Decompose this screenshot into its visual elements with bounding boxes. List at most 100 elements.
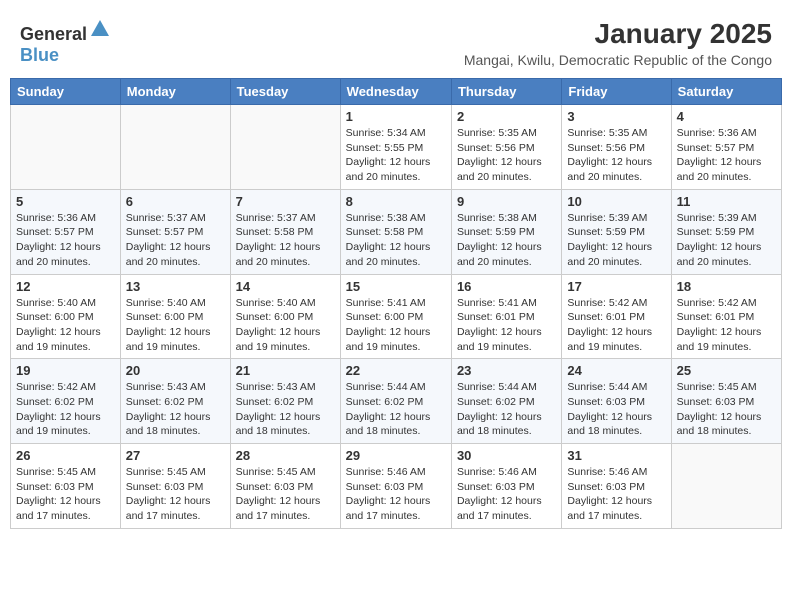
day-info: Sunrise: 5:38 AMSunset: 5:58 PMDaylight:… [346,212,431,268]
calendar-header-row: Sunday Monday Tuesday Wednesday Thursday… [11,79,782,105]
day-info: Sunrise: 5:40 AMSunset: 6:00 PMDaylight:… [126,297,211,353]
day-info: Sunrise: 5:43 AMSunset: 6:02 PMDaylight:… [126,381,211,437]
header: General Blue January 2025 Mangai, Kwilu,… [10,10,782,72]
day-number: 8 [346,194,446,209]
table-row: 7 Sunrise: 5:37 AMSunset: 5:58 PMDayligh… [230,189,340,274]
table-row: 4 Sunrise: 5:36 AMSunset: 5:57 PMDayligh… [671,105,781,190]
day-info: Sunrise: 5:42 AMSunset: 6:01 PMDaylight:… [567,297,652,353]
table-row: 11 Sunrise: 5:39 AMSunset: 5:59 PMDaylig… [671,189,781,274]
logo-general-text: General [20,24,87,44]
table-row: 17 Sunrise: 5:42 AMSunset: 6:01 PMDaylig… [562,274,671,359]
day-info: Sunrise: 5:38 AMSunset: 5:59 PMDaylight:… [457,212,542,268]
table-row: 28 Sunrise: 5:45 AMSunset: 6:03 PMDaylig… [230,444,340,529]
calendar-week-row: 26 Sunrise: 5:45 AMSunset: 6:03 PMDaylig… [11,444,782,529]
day-number: 7 [236,194,335,209]
col-saturday: Saturday [671,79,781,105]
month-year-title: January 2025 [464,18,772,50]
day-info: Sunrise: 5:37 AMSunset: 5:58 PMDaylight:… [236,212,321,268]
day-info: Sunrise: 5:34 AMSunset: 5:55 PMDaylight:… [346,127,431,183]
col-monday: Monday [120,79,230,105]
day-info: Sunrise: 5:37 AMSunset: 5:57 PMDaylight:… [126,212,211,268]
table-row: 13 Sunrise: 5:40 AMSunset: 6:00 PMDaylig… [120,274,230,359]
table-row [230,105,340,190]
logo-blue-text: Blue [20,45,59,65]
day-number: 20 [126,363,225,378]
table-row: 10 Sunrise: 5:39 AMSunset: 5:59 PMDaylig… [562,189,671,274]
day-info: Sunrise: 5:45 AMSunset: 6:03 PMDaylight:… [236,466,321,522]
table-row: 31 Sunrise: 5:46 AMSunset: 6:03 PMDaylig… [562,444,671,529]
day-info: Sunrise: 5:40 AMSunset: 6:00 PMDaylight:… [16,297,101,353]
day-info: Sunrise: 5:45 AMSunset: 6:03 PMDaylight:… [16,466,101,522]
calendar-week-row: 5 Sunrise: 5:36 AMSunset: 5:57 PMDayligh… [11,189,782,274]
table-row: 20 Sunrise: 5:43 AMSunset: 6:02 PMDaylig… [120,359,230,444]
day-number: 26 [16,448,115,463]
day-number: 16 [457,279,556,294]
calendar-week-row: 12 Sunrise: 5:40 AMSunset: 6:00 PMDaylig… [11,274,782,359]
location-subtitle: Mangai, Kwilu, Democratic Republic of th… [464,52,772,68]
day-info: Sunrise: 5:36 AMSunset: 5:57 PMDaylight:… [16,212,101,268]
day-number: 15 [346,279,446,294]
day-info: Sunrise: 5:43 AMSunset: 6:02 PMDaylight:… [236,381,321,437]
logo: General Blue [20,18,111,66]
day-info: Sunrise: 5:35 AMSunset: 5:56 PMDaylight:… [567,127,652,183]
day-info: Sunrise: 5:42 AMSunset: 6:01 PMDaylight:… [677,297,762,353]
col-tuesday: Tuesday [230,79,340,105]
day-info: Sunrise: 5:46 AMSunset: 6:03 PMDaylight:… [457,466,542,522]
table-row: 14 Sunrise: 5:40 AMSunset: 6:00 PMDaylig… [230,274,340,359]
day-number: 11 [677,194,776,209]
table-row [671,444,781,529]
day-info: Sunrise: 5:41 AMSunset: 6:01 PMDaylight:… [457,297,542,353]
day-number: 4 [677,109,776,124]
calendar-week-row: 1 Sunrise: 5:34 AMSunset: 5:55 PMDayligh… [11,105,782,190]
col-sunday: Sunday [11,79,121,105]
day-number: 9 [457,194,556,209]
day-number: 18 [677,279,776,294]
day-info: Sunrise: 5:39 AMSunset: 5:59 PMDaylight:… [567,212,652,268]
table-row: 8 Sunrise: 5:38 AMSunset: 5:58 PMDayligh… [340,189,451,274]
day-info: Sunrise: 5:44 AMSunset: 6:02 PMDaylight:… [457,381,542,437]
table-row [120,105,230,190]
day-info: Sunrise: 5:45 AMSunset: 6:03 PMDaylight:… [126,466,211,522]
table-row: 1 Sunrise: 5:34 AMSunset: 5:55 PMDayligh… [340,105,451,190]
table-row: 23 Sunrise: 5:44 AMSunset: 6:02 PMDaylig… [451,359,561,444]
day-number: 17 [567,279,665,294]
day-number: 10 [567,194,665,209]
table-row: 9 Sunrise: 5:38 AMSunset: 5:59 PMDayligh… [451,189,561,274]
day-info: Sunrise: 5:39 AMSunset: 5:59 PMDaylight:… [677,212,762,268]
day-number: 14 [236,279,335,294]
day-number: 5 [16,194,115,209]
table-row: 19 Sunrise: 5:42 AMSunset: 6:02 PMDaylig… [11,359,121,444]
day-info: Sunrise: 5:36 AMSunset: 5:57 PMDaylight:… [677,127,762,183]
calendar-week-row: 19 Sunrise: 5:42 AMSunset: 6:02 PMDaylig… [11,359,782,444]
table-row: 26 Sunrise: 5:45 AMSunset: 6:03 PMDaylig… [11,444,121,529]
col-thursday: Thursday [451,79,561,105]
day-number: 19 [16,363,115,378]
day-number: 31 [567,448,665,463]
table-row: 2 Sunrise: 5:35 AMSunset: 5:56 PMDayligh… [451,105,561,190]
table-row: 3 Sunrise: 5:35 AMSunset: 5:56 PMDayligh… [562,105,671,190]
day-number: 6 [126,194,225,209]
day-info: Sunrise: 5:46 AMSunset: 6:03 PMDaylight:… [567,466,652,522]
day-info: Sunrise: 5:45 AMSunset: 6:03 PMDaylight:… [677,381,762,437]
day-info: Sunrise: 5:44 AMSunset: 6:02 PMDaylight:… [346,381,431,437]
table-row: 6 Sunrise: 5:37 AMSunset: 5:57 PMDayligh… [120,189,230,274]
calendar-table: Sunday Monday Tuesday Wednesday Thursday… [10,78,782,529]
day-number: 23 [457,363,556,378]
table-row: 30 Sunrise: 5:46 AMSunset: 6:03 PMDaylig… [451,444,561,529]
table-row [11,105,121,190]
day-number: 3 [567,109,665,124]
table-row: 15 Sunrise: 5:41 AMSunset: 6:00 PMDaylig… [340,274,451,359]
day-info: Sunrise: 5:35 AMSunset: 5:56 PMDaylight:… [457,127,542,183]
day-number: 13 [126,279,225,294]
table-row: 29 Sunrise: 5:46 AMSunset: 6:03 PMDaylig… [340,444,451,529]
table-row: 27 Sunrise: 5:45 AMSunset: 6:03 PMDaylig… [120,444,230,529]
title-area: January 2025 Mangai, Kwilu, Democratic R… [464,18,772,68]
day-number: 2 [457,109,556,124]
day-number: 12 [16,279,115,294]
day-number: 21 [236,363,335,378]
day-info: Sunrise: 5:42 AMSunset: 6:02 PMDaylight:… [16,381,101,437]
table-row: 16 Sunrise: 5:41 AMSunset: 6:01 PMDaylig… [451,274,561,359]
day-info: Sunrise: 5:44 AMSunset: 6:03 PMDaylight:… [567,381,652,437]
table-row: 25 Sunrise: 5:45 AMSunset: 6:03 PMDaylig… [671,359,781,444]
table-row: 21 Sunrise: 5:43 AMSunset: 6:02 PMDaylig… [230,359,340,444]
